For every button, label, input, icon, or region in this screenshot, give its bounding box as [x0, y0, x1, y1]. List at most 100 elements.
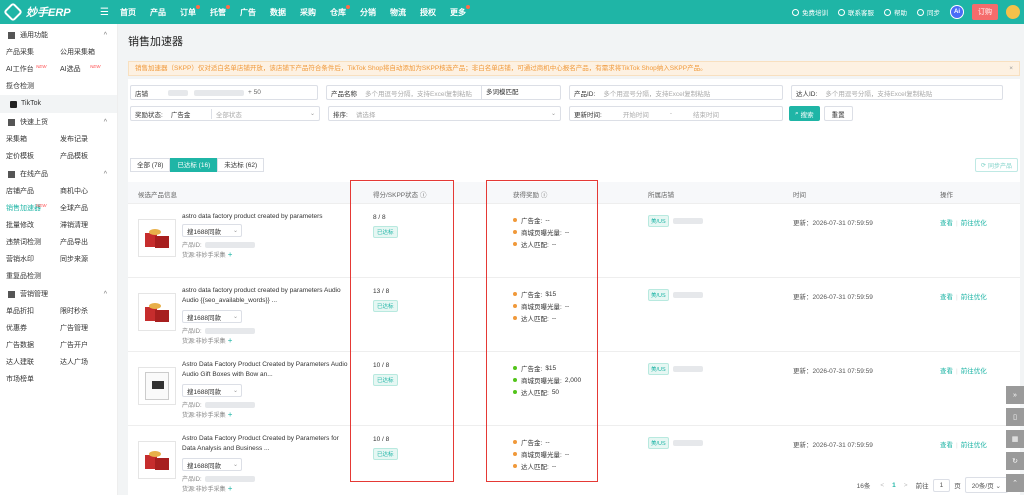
nav-item[interactable]: 更多 — [450, 4, 470, 18]
product-name-input[interactable]: 多个用逗号分隔，支持Excel复制粘贴 — [361, 88, 481, 98]
current-page[interactable]: 1 — [892, 482, 896, 489]
nav-item[interactable]: 数据 — [270, 7, 286, 18]
sidebar-item[interactable]: 广告管理 — [60, 320, 114, 337]
next-page-button[interactable]: > — [904, 482, 908, 489]
tab-2[interactable]: 未达标 (62) — [217, 158, 265, 172]
sidebar-item[interactable]: 单品折扣 — [6, 303, 60, 320]
back-to-top-icon[interactable]: ⌃ — [1006, 474, 1024, 492]
sidebar-item[interactable]: 发布记录 — [60, 131, 114, 148]
sidebar-item[interactable]: 销售加速器 NEW — [6, 200, 60, 217]
product-image[interactable] — [138, 441, 176, 479]
sidebar-item[interactable]: 店铺产品 — [6, 183, 60, 200]
sidebar-item[interactable]: 营销水印 — [6, 251, 60, 268]
tab-1[interactable]: 已达标 (16) — [170, 158, 218, 172]
optimize-link[interactable]: 前往优化 — [961, 294, 987, 301]
nav-item[interactable]: 托管 — [210, 4, 230, 18]
sidebar-item[interactable]: 广告开户 — [60, 337, 114, 354]
order-button[interactable]: 订购 — [972, 4, 998, 20]
sidebar-item[interactable]: AI选品 NEW — [60, 61, 114, 78]
nav-item[interactable]: 采购 — [300, 7, 316, 18]
nav-item[interactable]: 物流 — [390, 7, 406, 18]
close-icon[interactable]: × — [1009, 62, 1013, 75]
reset-button[interactable]: 重置 — [823, 106, 853, 121]
sidebar-item[interactable]: 限时秒杀 — [60, 303, 114, 320]
search-1688-button[interactable]: 搜1688同款 ⌄ — [182, 384, 242, 397]
sidebar-item[interactable]: 广告数据 — [6, 337, 60, 354]
sidebar-item[interactable]: 违禁词检测 — [6, 234, 60, 251]
sidebar-section-online[interactable]: 在线产品 ^ — [0, 165, 117, 183]
talent-id-input[interactable]: 多个用逗号分隔，支持Excel复制粘贴 — [821, 88, 936, 98]
nav-item[interactable]: 产品 — [150, 7, 166, 18]
sidebar-item[interactable]: 同步来源 — [60, 251, 114, 268]
reward-status-select[interactable]: 奖励状态: 广告金 全部状态 ⌄ — [130, 106, 320, 121]
optimize-link[interactable]: 前往优化 — [961, 220, 987, 227]
tab-0[interactable]: 全部 (78) — [130, 158, 171, 172]
store-select[interactable]: 店铺 + 50 — [130, 85, 318, 100]
nav-item[interactable]: 仓库 — [330, 4, 350, 18]
calendar-icon[interactable]: ▦ — [1006, 430, 1024, 448]
optimize-link[interactable]: 前往优化 — [961, 368, 987, 375]
training-link[interactable]: 免费培训 — [792, 7, 828, 17]
ai-assistant-button[interactable]: Ai — [950, 5, 964, 19]
sync-link[interactable]: 同步 — [917, 7, 940, 17]
mobile-icon[interactable]: ▯ — [1006, 408, 1024, 426]
nav-item[interactable]: 分销 — [360, 7, 376, 18]
prev-page-button[interactable]: < — [880, 482, 884, 489]
reward-all-select[interactable]: 全部状态 — [210, 108, 246, 119]
expand-icon[interactable]: » — [1006, 386, 1024, 404]
end-time-input[interactable]: 结束时间 — [676, 109, 736, 119]
page-size-select[interactable]: 20条/页 ⌄ — [964, 477, 1008, 493]
add-icon[interactable]: + — [228, 336, 233, 345]
optimize-link[interactable]: 前往优化 — [961, 442, 987, 449]
sidebar-item[interactable]: 优惠券 — [6, 320, 60, 337]
product-id-field[interactable]: 产品ID: 多个用逗号分隔，支持Excel复制粘贴 — [569, 85, 783, 100]
sidebar-item-dup-check[interactable]: 重复品检测 — [0, 268, 117, 285]
sidebar-item[interactable]: 采集箱 — [6, 131, 60, 148]
nav-item[interactable]: 订单 — [180, 4, 200, 18]
sidebar-section-quick[interactable]: 快速上货 ^ — [0, 113, 117, 131]
sidebar-item-market-rank[interactable]: 市场榜单 — [0, 371, 117, 388]
product-title[interactable]: astro data factory product created by pa… — [182, 212, 352, 222]
view-link[interactable]: 查看 — [940, 442, 953, 449]
sidebar-item[interactable]: 公用采集箱 — [60, 44, 114, 61]
product-id-input[interactable]: 多个用逗号分隔，支持Excel复制粘贴 — [599, 88, 714, 98]
service-link[interactable]: 联系客服 — [838, 7, 874, 17]
view-link[interactable]: 查看 — [940, 368, 953, 375]
start-time-input[interactable]: 开始时间 — [606, 109, 666, 119]
search-1688-button[interactable]: 搜1688同款 ⌄ — [182, 458, 242, 471]
search-1688-button[interactable]: 搜1688同款 ⌄ — [182, 310, 242, 323]
logo[interactable]: 妙手ERP — [0, 2, 100, 22]
sidebar-item[interactable]: 产品模板 — [60, 148, 114, 165]
product-image[interactable] — [138, 293, 176, 331]
sync-products-button[interactable]: ⟳ 同步产品 — [974, 158, 1018, 172]
sidebar-item[interactable]: 产品导出 — [60, 234, 114, 251]
view-link[interactable]: 查看 — [940, 294, 953, 301]
product-name-field[interactable]: 产品名称 多个用逗号分隔，支持Excel复制粘贴 多词模匹配 — [326, 85, 561, 100]
sidebar-item[interactable]: 产品采集 — [6, 44, 60, 61]
view-link[interactable]: 查看 — [940, 220, 953, 227]
add-icon[interactable]: + — [228, 250, 233, 259]
talent-id-field[interactable]: 达人ID: 多个用逗号分隔，支持Excel复制粘贴 — [791, 85, 1003, 100]
help-link[interactable]: 帮助 — [884, 7, 907, 17]
product-title[interactable]: Astro Data Factory Product Created by Pa… — [182, 360, 352, 380]
update-time-range[interactable]: 更新时间: 开始时间 - 结束时间 — [569, 106, 783, 121]
product-image[interactable] — [138, 367, 176, 405]
product-title[interactable]: astro data factory product created by pa… — [182, 286, 352, 306]
product-image[interactable] — [138, 219, 176, 257]
product-title[interactable]: Astro Data Factory Product Created by Pa… — [182, 434, 352, 454]
sort-value[interactable]: 请选择 — [352, 109, 380, 119]
sidebar-section-marketing[interactable]: 营销管理 ^ — [0, 285, 117, 303]
sidebar-item[interactable]: 达人建联 — [6, 354, 60, 371]
add-icon[interactable]: + — [228, 484, 233, 493]
search-button[interactable]: ⌕ 搜索 — [789, 106, 820, 121]
goto-page-input[interactable]: 1 — [932, 478, 951, 492]
avatar[interactable] — [1006, 5, 1020, 19]
add-icon[interactable]: + — [228, 410, 233, 419]
sidebar-item[interactable]: 全球产品 — [60, 200, 114, 217]
nav-item[interactable]: 授权 — [420, 7, 436, 18]
nav-item[interactable]: 广告 — [240, 7, 256, 18]
sidebar-item[interactable]: AI工作台 NEW — [6, 61, 60, 78]
sidebar-item[interactable]: 商机中心 — [60, 183, 114, 200]
search-1688-button[interactable]: 搜1688同款 ⌄ — [182, 224, 242, 237]
sort-select[interactable]: 排序: 请选择 ⌄ — [328, 106, 561, 121]
